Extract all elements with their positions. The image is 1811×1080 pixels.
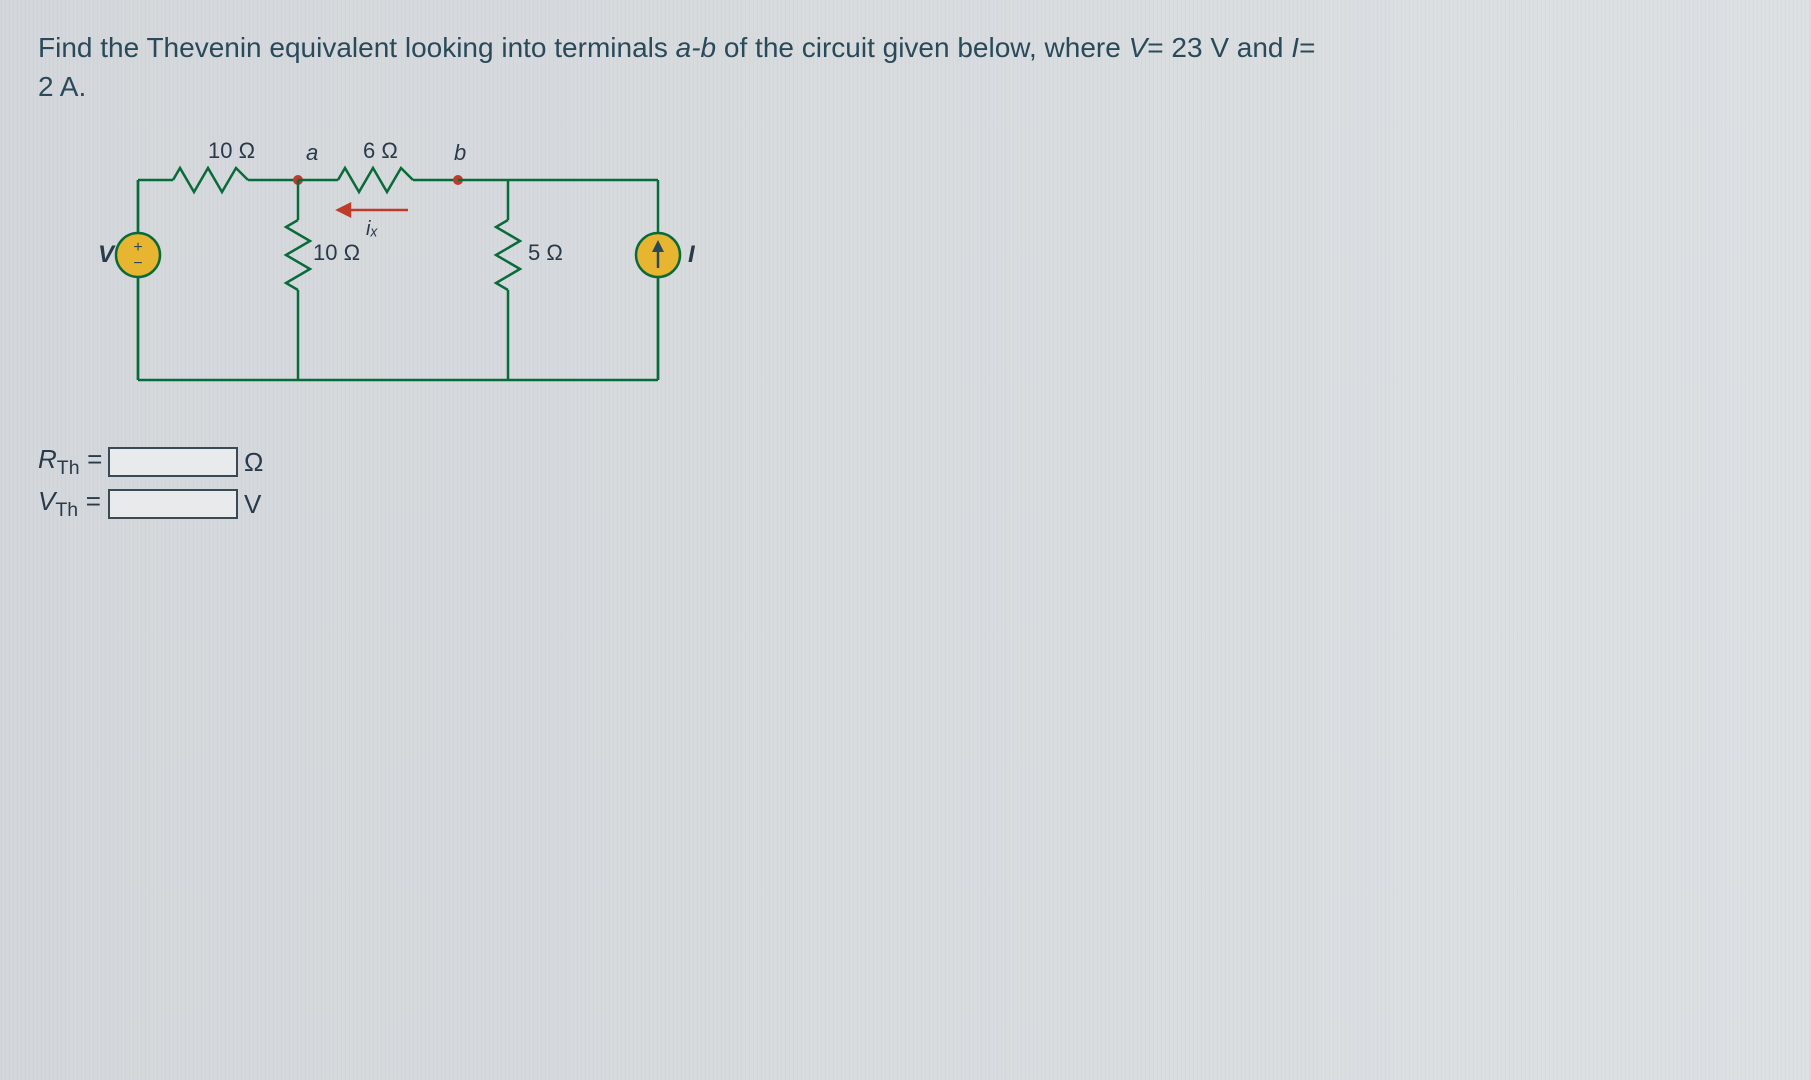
svg-text:+: + [133,239,142,256]
label-i-src: I [688,241,696,268]
label-r-top-right: 6 Ω [363,140,398,163]
rth-sym: R [38,444,57,474]
rth-label: RTh = [38,444,108,480]
label-node-b: b [454,140,466,165]
circuit-diagram: + − 10 Ω 6 Ω 10 Ω 5 Ω V I a b iₓ [88,140,708,420]
v-symbol: V [1129,32,1148,63]
label-node-a: a [306,140,318,165]
terminals-text: a-b [676,32,724,63]
question-line2: 2 A. [38,71,86,102]
current-source [636,210,680,380]
rth-input[interactable] [108,447,238,477]
vth-eq: = [78,486,100,516]
label-r-mid: 10 Ω [313,240,360,265]
label-v-src: V [98,241,116,268]
vth-label: VTh = [38,486,108,522]
answer-block: RTh = Ω VTh = V [38,445,263,529]
rth-row: RTh = Ω [38,445,263,479]
vth-row: VTh = V [38,487,263,521]
v-equation: = 23 V and [1147,32,1291,63]
vth-sym: V [38,486,55,516]
rth-eq: = [80,444,102,474]
vth-input[interactable] [108,489,238,519]
label-r-top-left: 10 Ω [208,140,255,163]
vth-sub: Th [55,499,78,521]
question-line1-prefix: Find the Thevenin equivalent looking int… [38,32,676,63]
question-line1-mid: of the circuit given below, where [724,32,1129,63]
question-text: Find the Thevenin equivalent looking int… [38,28,1315,106]
i-equation: = [1299,32,1315,63]
rth-sub: Th [57,457,80,479]
rth-unit: Ω [244,447,263,478]
voltage-source: + − [116,180,160,380]
label-r-right: 5 Ω [528,240,563,265]
vth-unit: V [244,489,261,520]
i-symbol: I [1291,32,1299,63]
svg-text:−: − [133,255,142,272]
label-ix: iₓ [366,218,378,240]
circuit-svg: + − 10 Ω 6 Ω 10 Ω 5 Ω V I a b iₓ [88,140,708,420]
